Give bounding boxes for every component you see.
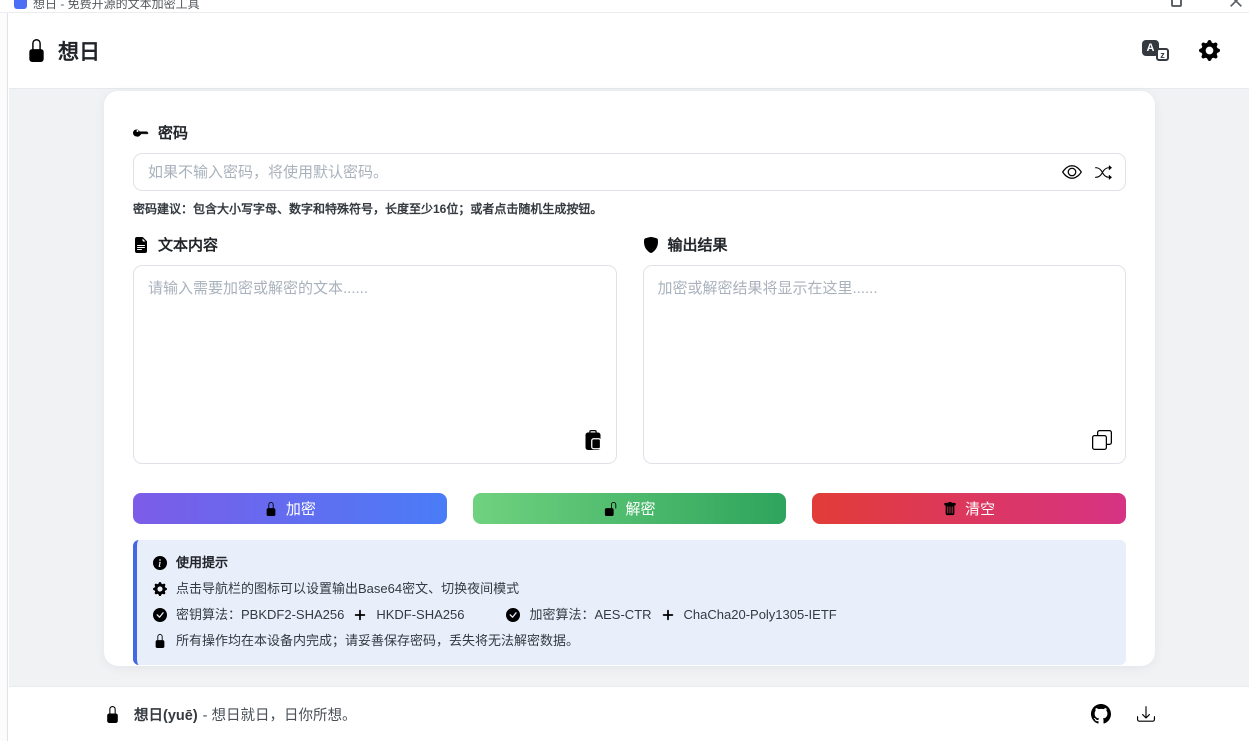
main-area: 密码 密码建议：包含大小写字母、数字和特殊符号，长度至少16位；或者点击随机生成… bbox=[9, 89, 1249, 686]
window-left-edge bbox=[0, 13, 8, 741]
check-icon bbox=[153, 608, 167, 622]
footer-tagline: - 想日就日，日你所想。 bbox=[203, 704, 357, 725]
password-section-label: 密码 bbox=[133, 122, 1126, 143]
window-title: 想日 - 免费开源的文本加密工具 bbox=[33, 0, 200, 12]
check-icon bbox=[506, 608, 520, 622]
encrypt-button[interactable]: 加密 bbox=[133, 493, 447, 524]
github-link[interactable] bbox=[1091, 704, 1111, 724]
gear-small-icon bbox=[153, 582, 167, 596]
usage-tips-box: 使用提示 点击导航栏的图标可以设置输出Base64密文、切换夜间模式 密钥算法：… bbox=[133, 540, 1126, 665]
output-panel-box bbox=[643, 265, 1127, 464]
lock-small-icon bbox=[153, 634, 167, 648]
shuffle-icon bbox=[1095, 164, 1112, 181]
app-header: 想日 A z bbox=[9, 13, 1249, 89]
lock-icon bbox=[264, 502, 278, 516]
password-field-icons bbox=[1062, 153, 1112, 191]
cipher-label: 加密算法：AES-CTR bbox=[529, 602, 651, 628]
window-restore-button[interactable] bbox=[1171, 0, 1182, 7]
output-textarea[interactable] bbox=[643, 265, 1127, 464]
output-panel: 输出结果 bbox=[643, 234, 1127, 464]
tip-local-row: 所有操作均在本设备内完成；请妥善保存密码，丢失将无法解密数据。 bbox=[153, 628, 1110, 654]
key-icon bbox=[133, 125, 149, 141]
trash-icon bbox=[943, 502, 957, 516]
footer-icons bbox=[1091, 704, 1155, 724]
footer: 想日(yuē) - 想日就日，日你所想。 bbox=[9, 686, 1249, 741]
shield-icon bbox=[643, 237, 659, 253]
text-panels: 文本内容 输出结果 bbox=[133, 234, 1126, 464]
input-textarea[interactable] bbox=[133, 265, 617, 464]
app-window: 想日 - 免费开源的文本加密工具 想日 A z 密码 bbox=[0, 0, 1249, 741]
download-icon bbox=[1137, 705, 1155, 723]
output-panel-label: 输出结果 bbox=[668, 234, 728, 255]
github-icon bbox=[1091, 704, 1111, 724]
brand-lock-icon bbox=[25, 39, 48, 62]
eye-icon bbox=[1062, 162, 1082, 182]
window-close-button[interactable] bbox=[1229, 0, 1243, 8]
toggle-password-visibility-button[interactable] bbox=[1062, 162, 1082, 182]
encryption-card: 密码 密码建议：包含大小写字母、数字和特殊符号，长度至少16位；或者点击随机生成… bbox=[104, 91, 1155, 666]
cipher-second: ChaCha20-Poly1305-IETF bbox=[684, 602, 837, 628]
app-favicon-icon bbox=[14, 0, 27, 9]
tip-settings-text: 点击导航栏的图标可以设置输出Base64密文、切换夜间模式 bbox=[176, 576, 519, 602]
random-password-button[interactable] bbox=[1095, 164, 1112, 181]
password-input[interactable] bbox=[133, 153, 1126, 191]
document-icon bbox=[133, 237, 149, 253]
input-panel-label-row: 文本内容 bbox=[133, 234, 617, 255]
plus-icon bbox=[661, 608, 675, 622]
copy-icon bbox=[1092, 430, 1112, 450]
gear-icon bbox=[1199, 40, 1220, 61]
tip-title-row: 使用提示 bbox=[153, 550, 1110, 576]
tips-title: 使用提示 bbox=[176, 550, 228, 576]
plus-icon bbox=[353, 608, 367, 622]
output-panel-label-row: 输出结果 bbox=[643, 234, 1127, 255]
tip-settings-row: 点击导航栏的图标可以设置输出Base64密文、切换夜间模式 bbox=[153, 576, 1110, 602]
password-hint: 密码建议：包含大小写字母、数字和特殊符号，长度至少16位；或者点击随机生成按钮。 bbox=[133, 200, 1126, 217]
browser-titlebar: 想日 - 免费开源的文本加密工具 bbox=[0, 0, 1249, 13]
kdf-label: 密钥算法：PBKDF2-SHA256 bbox=[176, 602, 344, 628]
unlock-icon bbox=[604, 502, 618, 516]
password-label: 密码 bbox=[158, 122, 188, 143]
action-buttons: 加密 解密 清空 bbox=[133, 493, 1126, 524]
footer-lock-icon bbox=[104, 706, 121, 723]
copy-result-button[interactable] bbox=[1091, 429, 1113, 451]
decrypt-button[interactable]: 解密 bbox=[473, 493, 787, 524]
input-panel-label: 文本内容 bbox=[158, 234, 218, 255]
header-actions: A z bbox=[1142, 40, 1220, 61]
info-icon bbox=[153, 556, 167, 570]
kdf-second: HKDF-SHA256 bbox=[376, 602, 464, 628]
download-link[interactable] bbox=[1137, 705, 1155, 723]
input-panel-box bbox=[133, 265, 617, 464]
settings-button[interactable] bbox=[1199, 40, 1220, 61]
input-panel: 文本内容 bbox=[133, 234, 617, 464]
translate-icon: A z bbox=[1142, 40, 1169, 61]
password-field-wrapper bbox=[133, 153, 1126, 191]
footer-inner: 想日(yuē) - 想日就日，日你所想。 bbox=[104, 687, 1155, 741]
tip-algorithms-row: 密钥算法：PBKDF2-SHA256 HKDF-SHA256 加密算法：AES-… bbox=[153, 602, 1110, 628]
clear-button[interactable]: 清空 bbox=[812, 493, 1126, 524]
page-title: 想日 bbox=[58, 36, 100, 66]
base64-toggle-button[interactable]: A z bbox=[1142, 40, 1169, 61]
tip-local-text: 所有操作均在本设备内完成；请妥善保存密码，丢失将无法解密数据。 bbox=[176, 628, 579, 654]
paste-button[interactable] bbox=[582, 429, 604, 451]
footer-brand: 想日(yuē) bbox=[134, 704, 198, 725]
paste-icon bbox=[583, 430, 603, 450]
